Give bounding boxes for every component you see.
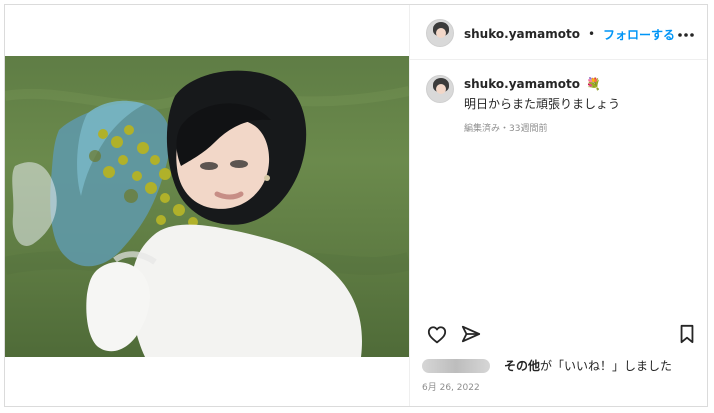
more-options-icon[interactable] (676, 27, 696, 41)
caption-meta: 編集済み・33週間前 (464, 124, 548, 134)
caption-emoji: 💐 (585, 77, 601, 91)
post-sidebar: shuko.yamamoto • フォローする shuko.yamamoto 💐… (410, 5, 707, 406)
caption-block: shuko.yamamoto 💐 明日からまた頑張りましょう 編集済み・33週間… (464, 76, 696, 134)
heart-icon-svg (427, 326, 447, 344)
instagram-embed: shuko.yamamoto • フォローする shuko.yamamoto 💐… (4, 4, 708, 407)
media-area (5, 5, 410, 406)
caption-avatar[interactable] (426, 75, 454, 103)
likes-blurred-name (422, 359, 490, 373)
bookmark-icon-svg (680, 324, 694, 344)
follow-button[interactable]: フォローする (603, 26, 675, 43)
post-date: 6月 26, 2022 (422, 383, 480, 393)
share-plane-icon[interactable] (460, 324, 482, 344)
username[interactable]: shuko.yamamoto (464, 27, 580, 41)
likes-row: その他が「いいね！」しました (422, 356, 702, 376)
likes-text: その他が「いいね！」しました (504, 357, 672, 374)
bookmark-icon[interactable] (678, 324, 696, 344)
header-user-row: shuko.yamamoto • フォローする (464, 26, 675, 42)
likes-bold-text[interactable]: その他 (504, 359, 540, 373)
likes-rest-text: が「いいね！」しました (540, 359, 673, 373)
caption-username[interactable]: shuko.yamamoto (464, 77, 580, 91)
more-options-icon-svg (678, 33, 694, 37)
post-header: shuko.yamamoto • フォローする (410, 5, 707, 60)
separator-dot: • (587, 27, 596, 41)
post-actions (410, 317, 707, 349)
share-plane-icon-svg (461, 325, 481, 343)
caption-text: 明日からまた頑張りましょう (464, 97, 621, 111)
photo-illustration (5, 70, 409, 357)
heart-icon[interactable] (426, 324, 448, 344)
caption-title-row: shuko.yamamoto 💐 (464, 76, 696, 92)
avatar[interactable] (426, 19, 454, 47)
post-photo[interactable] (5, 56, 409, 357)
